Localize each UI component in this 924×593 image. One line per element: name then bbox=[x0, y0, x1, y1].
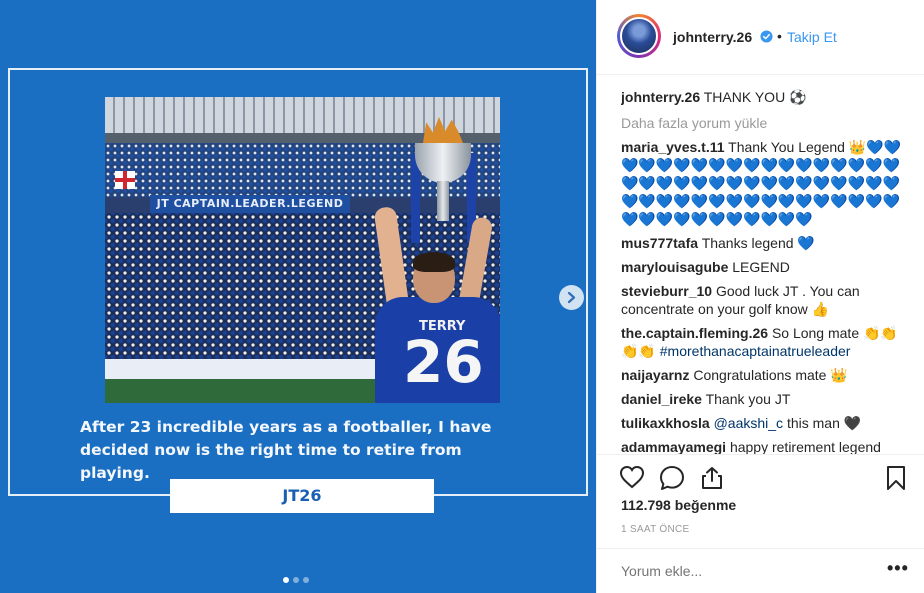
comment-text: Congratulations mate 👑 bbox=[693, 367, 848, 383]
like-button[interactable] bbox=[619, 465, 645, 494]
comment-item: adammayamegi happy retirement legend bbox=[621, 438, 913, 454]
post-caption-text: After 23 incredible years as a footballe… bbox=[80, 418, 492, 482]
comment-button[interactable] bbox=[659, 465, 685, 496]
comment-username[interactable]: daniel_ireke bbox=[621, 391, 702, 407]
post-media[interactable]: JT CAPTAIN.LEADER.LEGEND TERRY 26 After … bbox=[0, 0, 596, 593]
post-header: johnterry.26 • Takip Et bbox=[597, 0, 924, 75]
more-options-button[interactable]: ••• bbox=[887, 558, 909, 579]
avatar-story-ring[interactable] bbox=[617, 14, 661, 58]
caption-comment: johnterry.26 THANK YOU ⚽ bbox=[621, 88, 913, 106]
comment-text: happy retirement legend bbox=[729, 439, 881, 454]
comment-username[interactable]: stevieburr_10 bbox=[621, 283, 712, 299]
trophy-lion bbox=[423, 117, 463, 143]
heart-icon bbox=[619, 465, 645, 489]
follow-button[interactable]: Takip Et bbox=[787, 29, 837, 45]
avatar[interactable] bbox=[620, 17, 658, 55]
comment-username[interactable]: mus777tafa bbox=[621, 235, 698, 251]
save-button[interactable] bbox=[885, 465, 907, 496]
comment-bubble-icon bbox=[660, 466, 684, 490]
comment-username[interactable]: marylouisagube bbox=[621, 259, 728, 275]
carousel-dot bbox=[293, 577, 299, 583]
player-hair bbox=[413, 252, 455, 272]
comment-text: this man 🖤 bbox=[783, 415, 862, 431]
share-icon bbox=[702, 467, 722, 489]
likes-count[interactable]: 112.798 beğenme bbox=[621, 497, 736, 513]
comment-text: Thank you JT bbox=[705, 391, 791, 407]
carousel-indicator bbox=[283, 577, 309, 583]
hashtag-link[interactable]: #morethanacaptainatrueleader bbox=[660, 343, 851, 359]
comments-list[interactable]: johnterry.26 THANK YOU ⚽ Daha fazla yoru… bbox=[621, 88, 913, 454]
shirt-number: 26 bbox=[403, 328, 484, 396]
comment-text: Thanks legend 💙 bbox=[701, 235, 815, 251]
trophy bbox=[411, 117, 476, 243]
comment-item: naijayarnz Congratulations mate 👑 bbox=[621, 366, 913, 384]
action-bar bbox=[597, 454, 924, 500]
comment-username[interactable]: johnterry.26 bbox=[621, 89, 700, 105]
comment-username[interactable]: adammayamegi bbox=[621, 439, 726, 454]
comment-username[interactable]: naijayarnz bbox=[621, 367, 689, 383]
comment-item: tulikaxkhosla @aakshi_c this man 🖤 bbox=[621, 414, 913, 432]
comment-item: the.captain.fleming.26 So Long mate 👏👏👏👏… bbox=[621, 324, 913, 360]
comment-username[interactable]: tulikaxkhosla bbox=[621, 415, 710, 431]
comment-username[interactable]: maria_yves.t.11 bbox=[621, 139, 725, 155]
england-flag bbox=[115, 171, 135, 189]
verified-badge-icon bbox=[760, 30, 773, 43]
add-comment-bar: ••• bbox=[597, 548, 924, 593]
comment-item: marylouisagube LEGEND bbox=[621, 258, 913, 276]
celebration-photo: JT CAPTAIN.LEADER.LEGEND TERRY 26 bbox=[105, 97, 500, 403]
header-separator: • bbox=[777, 28, 782, 44]
comment-item: maria_yves.t.11 Thank You Legend 👑💙💙💙💙💙💙… bbox=[621, 138, 913, 228]
comment-input[interactable] bbox=[621, 563, 861, 579]
post-sidebar: johnterry.26 • Takip Et johnterry.26 THA… bbox=[596, 0, 924, 593]
trophy-stem bbox=[437, 181, 449, 221]
comment-item: daniel_ireke Thank you JT bbox=[621, 390, 913, 408]
bookmark-icon bbox=[887, 466, 905, 490]
comment-text: THANK YOU ⚽ bbox=[703, 89, 807, 105]
crowd-banner: JT CAPTAIN.LEADER.LEGEND bbox=[150, 195, 350, 213]
comment-username[interactable]: the.captain.fleming.26 bbox=[621, 325, 768, 341]
load-more-comments-button[interactable]: Daha fazla yorum yükle bbox=[621, 114, 913, 132]
trophy-bowl bbox=[415, 143, 471, 183]
jt26-tag: JT26 bbox=[170, 479, 434, 513]
comment-item: stevieburr_10 Good luck JT . You can con… bbox=[621, 282, 913, 318]
chevron-right-icon bbox=[567, 291, 576, 304]
carousel-dot-active bbox=[283, 577, 289, 583]
comment-item: mus777tafa Thanks legend 💙 bbox=[621, 234, 913, 252]
header-username[interactable]: johnterry.26 bbox=[673, 29, 752, 45]
mention-link[interactable]: @aakshi_c bbox=[714, 415, 783, 431]
comment-text: LEGEND bbox=[732, 259, 790, 275]
post-timestamp[interactable]: 1 SAAT ÖNCE bbox=[621, 524, 690, 535]
player: TERRY 26 bbox=[373, 206, 500, 403]
carousel-dot bbox=[303, 577, 309, 583]
share-button[interactable] bbox=[700, 465, 724, 496]
next-slide-button[interactable] bbox=[559, 285, 584, 310]
